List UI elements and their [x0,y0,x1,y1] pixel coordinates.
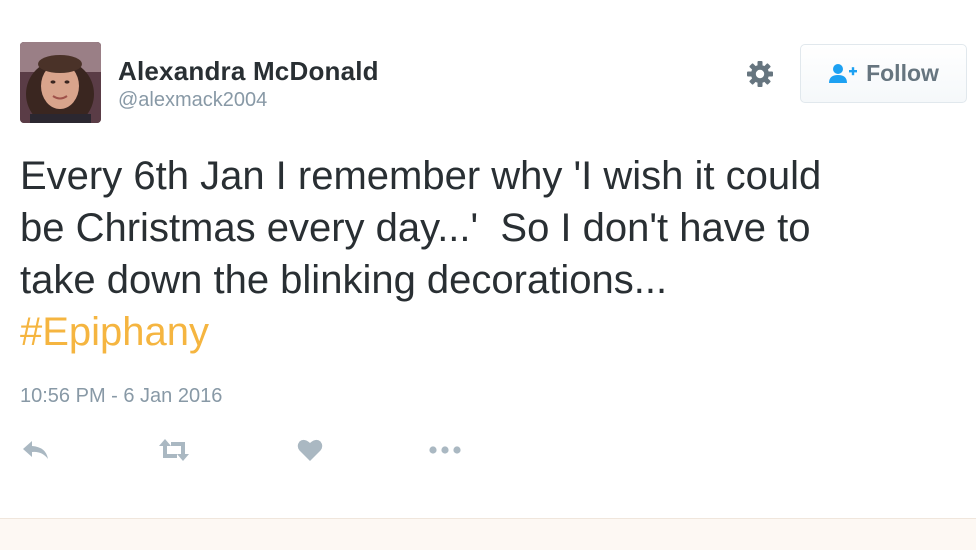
user-handle[interactable]: @alexmack2004 [118,89,267,112]
add-user-icon [828,63,858,85]
tweet-line: Every 6th Jan I remember why 'I wish it … [20,154,822,198]
tweet-line: be Christmas every day...' So I don't ha… [20,206,811,250]
follow-button[interactable]: Follow [800,44,967,103]
tweet-text: Every 6th Jan I remember why 'I wish it … [20,150,960,358]
display-name[interactable]: Alexandra McDonald [118,56,379,87]
like-icon[interactable] [297,436,323,464]
follow-label: Follow [866,60,939,86]
profile-photo [20,42,101,123]
gear-icon[interactable] [744,58,776,90]
hashtag-link[interactable]: #Epiphany [20,306,960,358]
tweet-line: take down the blinking decorations... [20,258,668,302]
tweet-timestamp[interactable]: 10:56 PM - 6 Jan 2016 [20,385,222,408]
reply-icon[interactable] [22,436,50,464]
footer-bar [0,518,976,550]
avatar[interactable] [20,42,101,123]
top-edge [0,0,976,6]
more-icon[interactable] [428,436,462,464]
retweet-icon[interactable] [158,436,190,464]
